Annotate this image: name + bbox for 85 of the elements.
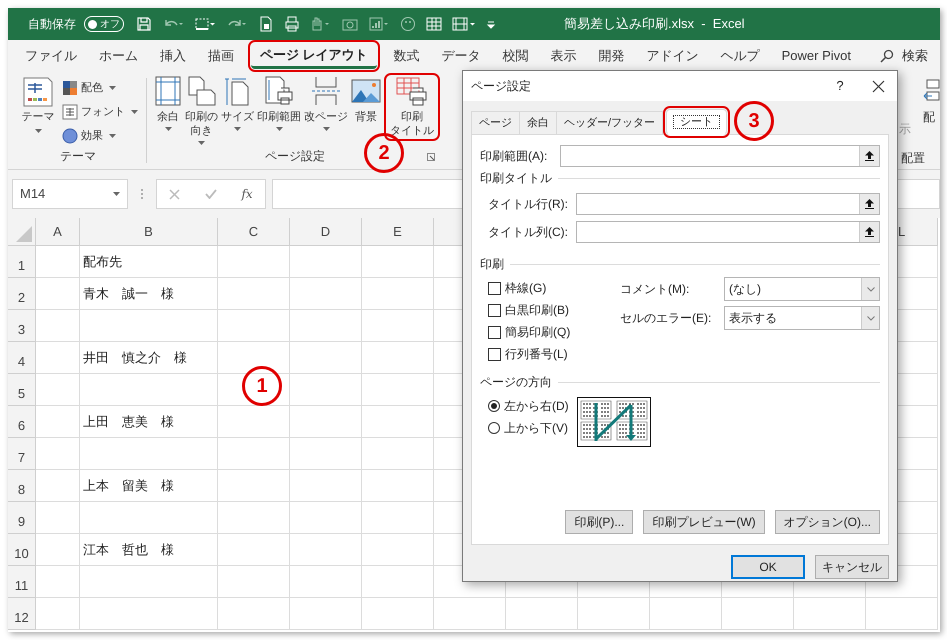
dialog-tab[interactable]: ページ: [471, 111, 520, 135]
field-label: セルのエラー(E):: [620, 310, 712, 327]
section-heading: 印刷: [480, 256, 504, 273]
window-title: 簡易差し込み印刷.xlsx - Excel: [564, 15, 745, 34]
table-cell[interactable]: 井田 慎之介 様: [80, 342, 218, 374]
menu-tab[interactable]: ファイル: [16, 43, 86, 69]
row-header[interactable]: 10: [8, 534, 36, 566]
group-label: 配置: [901, 150, 925, 166]
theme-option-button[interactable]: 配色: [62, 78, 138, 98]
row-header[interactable]: 8: [8, 470, 36, 502]
dialog-title: ページ設定: [471, 78, 532, 95]
help-button[interactable]: ?: [830, 76, 850, 96]
checkbox-label: 行列番号(L): [505, 346, 568, 363]
ribbon-button[interactable]: 印刷範囲: [256, 76, 302, 132]
checkbox-label: 簡易印刷(Q): [505, 324, 570, 341]
step-number: 1: [242, 366, 282, 406]
dialog-tab[interactable]: シート: [666, 109, 728, 135]
autosave-label: 自動保存: [28, 16, 76, 33]
field-label: 印刷範囲(A):: [480, 148, 548, 165]
search-label[interactable]: 検索: [902, 46, 928, 66]
theme-option-button[interactable]: 効果: [62, 126, 138, 146]
dialog-button[interactable]: 印刷プレビュー(W): [643, 510, 765, 534]
checkbox-label: 白黒印刷(B): [505, 302, 569, 319]
group-label: ページ設定: [265, 148, 325, 164]
radio-label: 上から下(V): [504, 420, 568, 437]
theme-button[interactable]: テーマ: [18, 76, 58, 134]
ribbon-button[interactable]: 余白: [153, 76, 183, 132]
column-header[interactable]: C: [218, 218, 290, 246]
table-cell[interactable]: 上田 恵美 様: [80, 406, 218, 438]
checkbox-label: 枠線(G): [505, 280, 546, 297]
column-header[interactable]: E: [362, 218, 434, 246]
section-heading: ページの方向: [480, 374, 552, 391]
ribbon-button-label: 配: [923, 110, 935, 125]
dialog-button[interactable]: オプション(O)...: [774, 510, 880, 534]
table-cell[interactable]: 上本 留美 様: [80, 470, 218, 502]
menu-tab[interactable]: 描画: [199, 43, 243, 69]
ribbon-button[interactable]: サイズ: [220, 76, 255, 132]
menu-tab[interactable]: ホーム: [90, 43, 147, 69]
column-header[interactable]: B: [80, 218, 218, 246]
row-header[interactable]: 7: [8, 438, 36, 470]
row-header[interactable]: 3: [8, 310, 36, 342]
theme-option-button[interactable]: フォント: [62, 102, 138, 122]
menu-tab[interactable]: 校閲: [494, 43, 538, 69]
row-header[interactable]: 12: [8, 598, 36, 630]
row-header[interactable]: 1: [8, 246, 36, 278]
radio-label: 左から右(D): [504, 398, 569, 415]
group-label: テーマ: [60, 148, 96, 164]
name-box[interactable]: M14: [12, 179, 128, 209]
menu-tab[interactable]: アドイン: [638, 43, 708, 69]
ribbon-button-label: 示: [899, 122, 911, 137]
step-number: 3: [734, 101, 774, 141]
table-cell[interactable]: 配布先: [80, 246, 218, 278]
autosave-toggle[interactable]: オフ: [84, 16, 124, 32]
section-heading: 印刷タイトル: [480, 170, 552, 187]
field-label: コメント(M):: [620, 281, 690, 298]
row-header[interactable]: 5: [8, 374, 36, 406]
row-header[interactable]: 2: [8, 278, 36, 310]
menu-tab[interactable]: データ: [432, 43, 490, 69]
column-header[interactable]: D: [290, 218, 362, 246]
insert-function-button[interactable]: fx: [241, 185, 253, 203]
row-header[interactable]: 11: [8, 566, 36, 598]
row-header[interactable]: 9: [8, 502, 36, 534]
menu-tab[interactable]: ヘルプ: [712, 43, 769, 69]
field-label: タイトル行(R):: [488, 196, 569, 213]
row-header[interactable]: 4: [8, 342, 36, 374]
ribbon-button[interactable]: 背景: [350, 76, 382, 124]
menu-tab[interactable]: 表示: [542, 43, 586, 69]
dialog-button[interactable]: OK: [731, 555, 805, 579]
menu-tab[interactable]: 挿入: [151, 43, 195, 69]
menu-tab[interactable]: Power Pivot: [772, 43, 860, 69]
dropdown[interactable]: 表示する: [724, 306, 880, 330]
menu-tab[interactable]: ページ レイアウト: [251, 43, 377, 69]
row-header[interactable]: 6: [8, 406, 36, 438]
dialog-button[interactable]: 印刷(P)...: [565, 510, 634, 534]
menu-tab[interactable]: 開発: [590, 43, 634, 69]
column-header[interactable]: A: [36, 218, 80, 246]
dialog-button[interactable]: キャンセル: [815, 555, 889, 579]
ribbon-button[interactable]: 印刷の 向き: [184, 76, 219, 146]
menu-tab[interactable]: 数式: [384, 43, 429, 69]
dialog-tab[interactable]: ヘッダー/フッター: [556, 111, 664, 135]
dropdown[interactable]: (なし): [724, 277, 880, 301]
table-cell[interactable]: 青木 誠一 様: [80, 278, 218, 310]
ribbon-button[interactable]: 改ページ: [303, 76, 349, 132]
table-cell[interactable]: 江本 哲也 様: [80, 534, 218, 566]
field-label: タイトル列(C):: [488, 224, 569, 241]
